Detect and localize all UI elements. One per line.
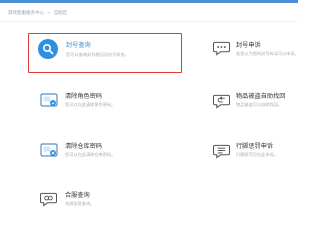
card-clear-warehouse-password[interactable]: 清除仓库密码 您可以在此清除仓库密码。 bbox=[36, 138, 174, 170]
header-divider bbox=[0, 21, 298, 22]
card-desc: 物品被盗可以自助找回。 bbox=[236, 102, 283, 107]
card-desc: 您可以在此清除仓库密码。 bbox=[65, 152, 116, 157]
picture-card-icon bbox=[40, 91, 58, 109]
breadcrumb-separator: > bbox=[47, 10, 51, 16]
top-accent-bar bbox=[0, 0, 298, 3]
card-stolen-item-recovery[interactable]: 物品被盗自助找回 物品被盗可以自助找回。 bbox=[205, 88, 320, 120]
card-title: 行脚惩罚申诉 bbox=[236, 143, 274, 150]
card-title: 封号查询 bbox=[66, 42, 91, 49]
card-title: 清除仓库密码 bbox=[65, 143, 103, 150]
card-desc: 合服信息查询。 bbox=[65, 201, 95, 206]
document-icon bbox=[213, 142, 230, 159]
card-ban-query[interactable]: 封号查询 您可以查询封号原因及封号状态。 bbox=[28, 33, 182, 73]
merge-icon bbox=[40, 190, 57, 207]
card-title: 清除角色密码 bbox=[65, 93, 103, 100]
breadcrumb: 游戏客服服务中心 > 自助区 bbox=[8, 10, 68, 17]
card-desc: 您可以在此清除角色密码。 bbox=[65, 102, 116, 107]
warehouse-card-icon bbox=[40, 141, 58, 159]
card-desc: 您可以查询封号原因及封号状态。 bbox=[66, 52, 129, 57]
chat-bubble-icon bbox=[213, 39, 230, 56]
card-title: 封号申诉 bbox=[236, 42, 261, 49]
breadcrumb-root[interactable]: 游戏客服服务中心 bbox=[8, 10, 44, 16]
card-ban-appeal[interactable]: 封号申诉 若您认为您的封号有误可以申诉。 bbox=[205, 35, 320, 67]
card-desc: 若您认为您的封号有误可以申诉。 bbox=[236, 51, 299, 56]
card-desc: 行脚惩罚可在此申诉。 bbox=[236, 152, 278, 157]
breadcrumb-current: 自助区 bbox=[53, 11, 68, 16]
card-title: 合服查询 bbox=[65, 192, 90, 199]
card-server-merge-query[interactable]: 合服查询 合服信息查询。 bbox=[36, 187, 174, 219]
card-clear-role-password[interactable]: 清除角色密码 您可以在此清除角色密码。 bbox=[36, 88, 174, 120]
search-icon bbox=[38, 39, 58, 59]
return-arrow-icon bbox=[213, 92, 230, 109]
card-penalty-appeal[interactable]: 行脚惩罚申诉 行脚惩罚可在此申诉。 bbox=[205, 138, 320, 170]
card-title: 物品被盗自助找回 bbox=[236, 93, 286, 100]
